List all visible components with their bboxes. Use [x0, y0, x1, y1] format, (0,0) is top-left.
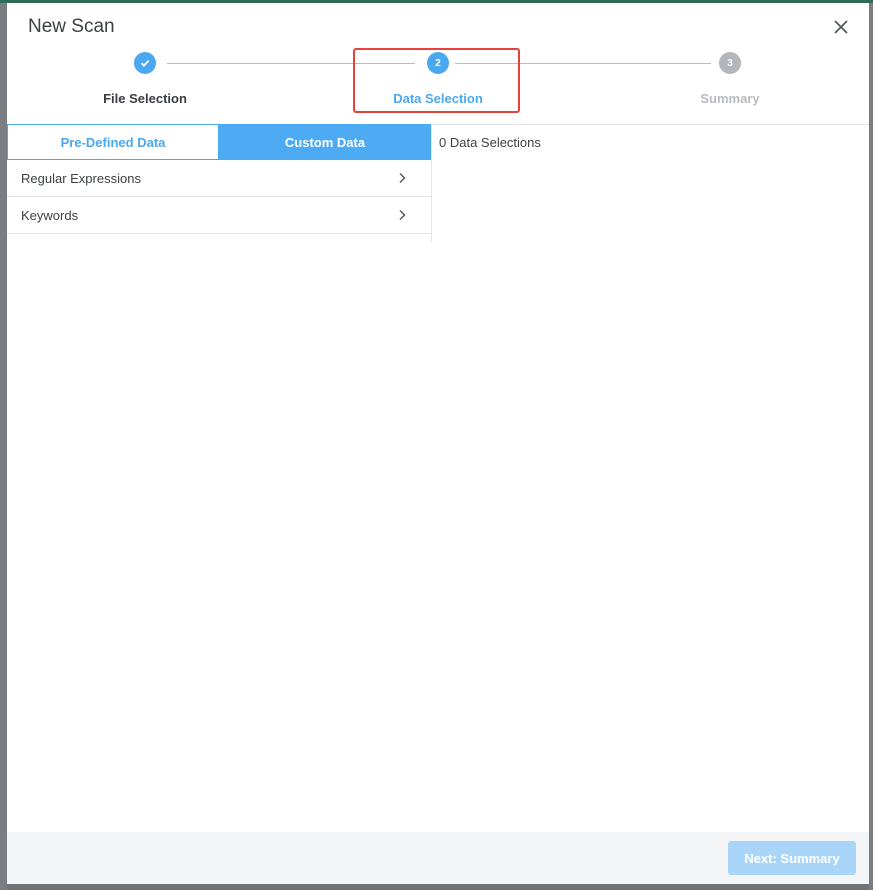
step-label: Summary: [700, 91, 760, 106]
background-page-edge: [0, 3, 7, 890]
step-number-badge: 3: [719, 52, 741, 74]
step-data-selection[interactable]: 2 Data Selection: [358, 51, 518, 106]
tab-predefined-data[interactable]: Pre-Defined Data: [7, 124, 219, 160]
list-item-keywords[interactable]: Keywords: [7, 197, 431, 234]
modal-footer: Next: Summary: [7, 832, 869, 884]
next-summary-button[interactable]: Next: Summary: [728, 841, 856, 875]
modal-title: New Scan: [28, 16, 115, 37]
close-icon: [834, 20, 848, 34]
list-item-label: Regular Expressions: [21, 170, 141, 186]
close-button[interactable]: [833, 19, 849, 35]
chevron-right-icon: [399, 209, 406, 221]
data-type-tabs: Pre-Defined Data Custom Data: [7, 124, 431, 160]
tab-custom-data[interactable]: Custom Data: [219, 124, 431, 160]
step-label: File Selection: [103, 91, 187, 106]
wizard-stepper: File Selection 2 Data Selection 3 Summar…: [7, 51, 869, 125]
step-summary[interactable]: 3 Summary: [650, 51, 810, 106]
step-completed-badge: [134, 52, 156, 74]
check-icon: [140, 59, 150, 67]
new-scan-modal: New Scan File Selection 2 Data Selection…: [7, 3, 869, 884]
list-item-regular-expressions[interactable]: Regular Expressions: [7, 160, 431, 197]
step-label: Data Selection: [393, 91, 483, 106]
step-file-selection[interactable]: File Selection: [65, 51, 225, 106]
step-number-badge: 2: [427, 52, 449, 74]
list-item-label: Keywords: [21, 207, 79, 223]
data-type-panel: Pre-Defined Data Custom Data Regular Exp…: [7, 124, 432, 242]
chevron-right-icon: [399, 172, 406, 184]
background-page-edge: [869, 3, 873, 890]
data-selections-count: 0 Data Selections: [439, 135, 541, 150]
